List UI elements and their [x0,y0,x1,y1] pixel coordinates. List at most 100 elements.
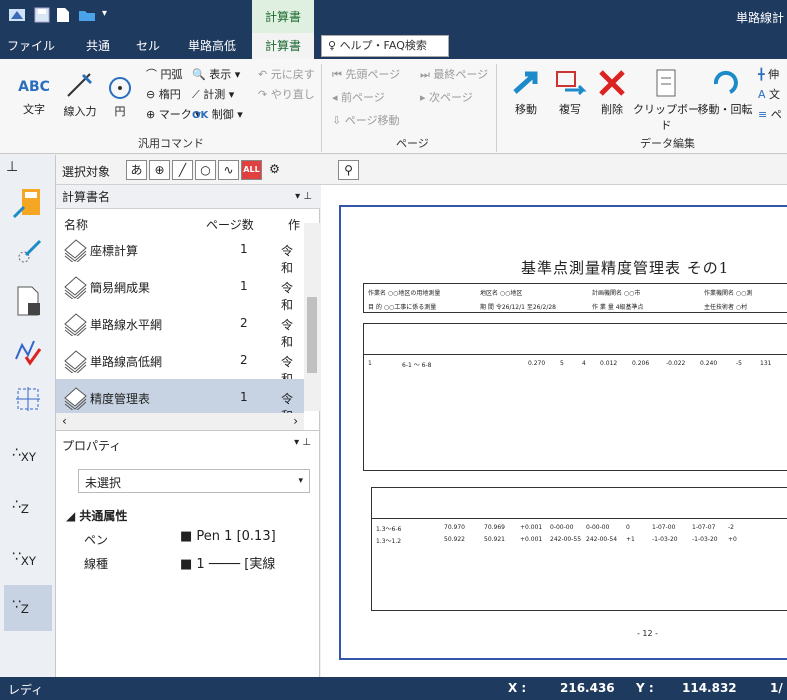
calc-sheet-row[interactable]: 座標計算 1 令和 [56,231,304,275]
calc-sheet-row[interactable]: 単路線水平網 2 令和 [56,305,304,349]
calc-sheet-row[interactable]: 精度管理表1令和 [56,379,304,423]
select-settings-icon[interactable]: ⚙ [264,160,285,180]
tab-single-route-elevation[interactable]: 単路高低 [180,33,244,59]
next-page-label: 次ページ [429,91,473,104]
tab-file[interactable]: ファイル [6,33,56,59]
extend-label: 伸 [768,68,780,81]
horizontal-scrollbar[interactable]: ‹ › [56,413,304,430]
row1-v3: -0.022 [666,360,686,367]
traverse-z-icon[interactable]: ∴Z [12,487,44,519]
delete-label: 削除 [601,103,623,116]
open-folder-icon[interactable] [78,7,96,23]
row1-length: 0.270 [528,360,546,367]
select-circle-button[interactable]: ○ [195,160,216,180]
measure-button[interactable]: ⟋ 計測 ▾ [192,86,234,102]
scroll-thumb[interactable] [307,297,317,373]
last-page-button[interactable]: ⏭ 最終ページ [420,66,488,82]
prop-pin-icon[interactable]: ▾ ⊥ [294,437,311,448]
document-calc-icon[interactable] [12,285,44,317]
extend-button[interactable]: ╋ 伸 [758,66,779,82]
text-button[interactable]: ABC 文字 [18,79,50,117]
left-tool-bar: ⊥ ∴XY ∴Z ∵XY ∵Z [0,155,56,677]
move-button[interactable]: 移動 [508,68,544,117]
prev-page-button[interactable]: ◂ 前ページ [332,89,385,105]
prop-panel-title: プロパティ [62,439,122,453]
pin-icon[interactable]: ⊥ [6,159,18,175]
text-edit-button[interactable]: A 文 [758,86,780,102]
help-search-label: ヘルプ・FAQ検索 [339,39,427,52]
row1-v2: 0.206 [632,360,650,367]
undo-button[interactable]: ↶ 元に戻す [258,66,315,82]
obs-cell: 0-00-00 [550,524,574,531]
x-label: X : [508,681,527,695]
prop-linetype-value[interactable]: ■ 1 ──── [実線 [180,553,275,572]
move-rotate-button[interactable]: 移動・回転 [696,68,754,117]
qat-dropdown-icon[interactable]: ▾ [102,8,107,24]
line-input-button[interactable]: 線入力 [58,70,102,119]
clipboard-button[interactable]: クリップボード [632,68,700,133]
panel-pin-icon[interactable]: ▾ ⊥ [295,185,312,209]
redo-button[interactable]: ↷ やり直し [258,86,315,102]
calculator-icon[interactable] [12,187,44,219]
page-move-button[interactable]: ⇩ ページ移動 [332,112,400,128]
ellipse-label: 楕円 [158,88,181,101]
grid-points-icon[interactable] [12,383,44,415]
document-stack-icon [64,350,87,373]
control-label: 制御 [211,108,234,121]
tab-cell[interactable]: セル [130,33,166,59]
save-icon[interactable] [34,7,50,23]
next-page-button[interactable]: ▸ 次ページ [420,89,473,105]
vertical-scrollbar[interactable] [304,223,320,411]
scroll-left-icon[interactable]: ‹ [62,414,67,428]
meta-cell: 作 業 量 4級基準点 [592,304,644,311]
select-line-button[interactable]: ╱ [172,160,193,180]
arc-button[interactable]: ⌒ 円弧 [146,66,183,82]
tab-calculation-sheet[interactable]: 計算書 [252,33,314,59]
pen-draw-icon[interactable] [12,237,44,269]
group-label-general: 汎用コマンド [138,137,204,150]
display-button[interactable]: 🔍 表示 ▾ [192,66,240,82]
row-pages: 1 [240,279,248,293]
select-text-button[interactable]: あ [126,160,147,180]
page-edit-button[interactable]: ≡ ペ [758,106,782,122]
move-rotate-label: 移動・回転 [697,103,753,116]
delete-button[interactable]: 削除 [594,68,630,117]
ellipse-button[interactable]: ⊖ 楕円 [146,86,181,102]
row-name: 座標計算 [90,244,139,258]
section-label: 共通属性 [79,509,128,523]
route-xy-icon[interactable]: ∵XY [12,539,44,571]
document-canvas[interactable]: 基準点測量精度管理表 その1 作業名 ○○地区の用地測量 地区名 ○○地区 計画機関… [321,185,787,677]
meta-table: 作業名 ○○地区の用地測量 地区名 ○○地区 計画機関名 ○○市 作業機関名 ○○測目… [363,283,787,313]
row1-v1: 0.012 [600,360,618,367]
select-curve-button[interactable]: ∿ [218,160,239,180]
route-z-icon[interactable]: ∵Z [4,585,52,631]
obs-cell: 70.969 [484,524,505,531]
control-button[interactable]: OK 制御 ▾ [192,106,243,122]
calc-sheet-row[interactable]: 簡易網成果 1 令和 [56,268,304,312]
check-chart-icon[interactable] [12,335,44,367]
prop-pen-value[interactable]: ■ Pen 1 [0.13] [180,529,276,544]
document-stack-icon [64,313,87,336]
select-all-button[interactable]: ALL [241,160,262,180]
selection-dropdown[interactable]: 未選択 ▾ [78,469,310,493]
arc-label: 円弧 [160,68,183,81]
page-footer: - 12 - [637,629,659,638]
section-common-attrs[interactable]: ◢ 共通属性 [66,507,127,524]
document-stack-icon [64,276,87,299]
text-button-label: 文字 [23,103,45,116]
copy-button[interactable]: 複写 [552,68,588,117]
select-target-label: 選択対象 [62,165,111,179]
canvas-tool-icon[interactable]: ⚲ [338,160,359,180]
tab-common[interactable]: 共通 [78,33,118,59]
traverse-xy-icon[interactable]: ∴XY [12,435,44,467]
help-search-input[interactable]: ♀ ヘルプ・FAQ検索 [321,35,449,57]
meta-cell: 計画機関名 ○○市 [592,290,641,297]
obs-cell: +0 [728,536,737,543]
circle-button[interactable]: 円 [104,76,136,119]
calc-sheet-row[interactable]: 単路線高低網2令和 [56,342,304,386]
new-file-icon[interactable] [56,7,70,23]
select-point-button[interactable]: ⊕ [149,160,170,180]
line-input-label: 線入力 [63,105,97,118]
first-page-button[interactable]: ⏮ 先頭ページ [332,66,400,82]
scroll-right-icon[interactable]: › [293,414,298,428]
